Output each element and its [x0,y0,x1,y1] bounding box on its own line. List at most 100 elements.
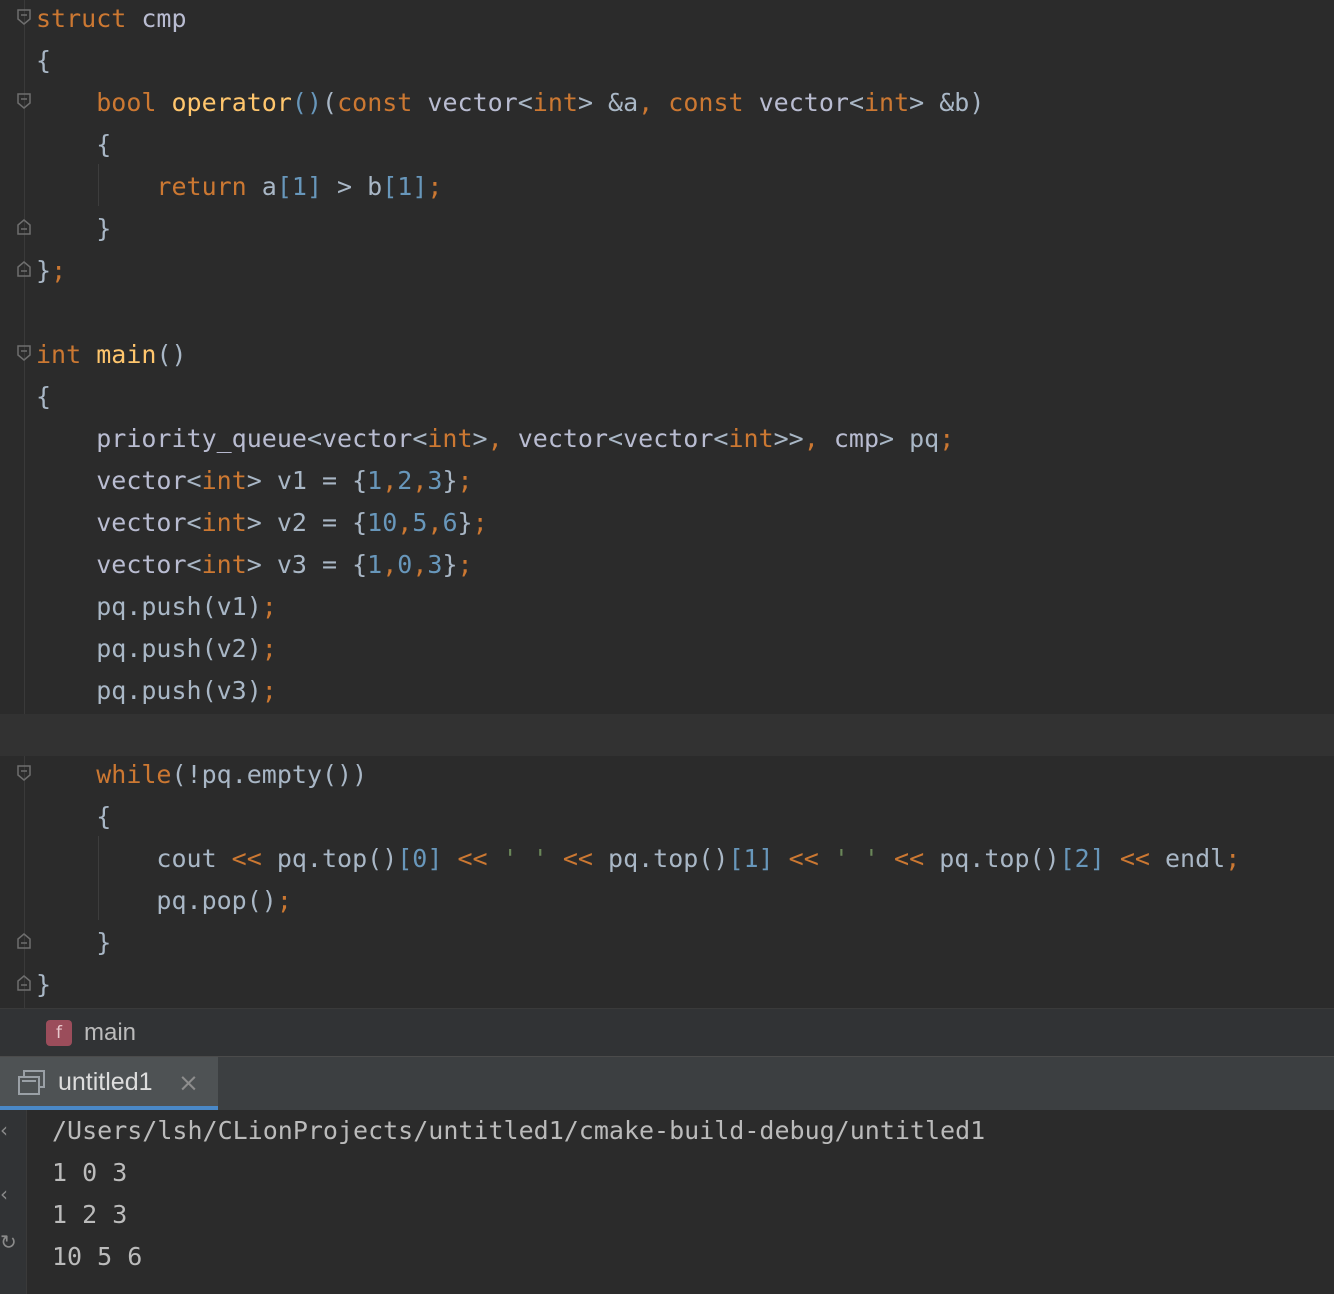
code-line[interactable]: bool operator()(const vector<int> &a, co… [0,84,1334,126]
code-text: vector<int> v2 = {10,5,6}; [36,502,487,544]
code-line[interactable]: pq.push(v3); [0,672,1334,714]
code-line[interactable] [0,714,1334,756]
close-tab-icon[interactable]: × [178,1068,199,1097]
code-token: bool [96,88,157,117]
code-token: { [36,46,52,75]
code-line[interactable] [0,294,1334,336]
breadcrumb-function-main[interactable]: main [84,1019,136,1047]
code-line[interactable]: int main() [0,336,1334,378]
code-text: } [36,964,51,1006]
run-tool-window-header: untitled1 × [0,1056,1334,1111]
code-token: int [36,340,82,369]
code-token: , [427,508,443,537]
fold-marker-icon[interactable] [17,975,31,991]
code-text: { [36,124,111,166]
code-token: vector [96,466,187,495]
code-token: << [457,844,488,873]
fold-marker-icon[interactable] [17,261,31,277]
code-token: ' ' [502,844,548,873]
code-line[interactable]: priority_queue<vector<int>, vector<vecto… [0,420,1334,462]
run-tab-untitled1[interactable]: untitled1 × [0,1057,218,1111]
code-token: 0 [397,550,413,579]
code-token: cout [36,844,232,873]
code-token: [1] [382,172,428,201]
fold-marker-icon[interactable] [17,345,31,361]
code-token: cmp [833,424,880,453]
code-line[interactable]: struct cmp [0,0,1334,42]
code-text: pq.push(v2); [36,628,277,670]
code-token: > v1 = { [246,466,368,495]
code-token: vector [758,88,849,117]
code-line[interactable]: { [0,42,1334,84]
code-token: < [306,424,322,453]
code-token: pq.push(v1) [36,592,262,621]
code-line[interactable]: pq.pop(); [0,882,1334,924]
code-text: vector<int> v3 = {1,0,3}; [36,544,472,586]
code-line[interactable]: while(!pq.empty()) [0,756,1334,798]
code-token: , [803,424,819,453]
code-text: struct cmp [36,0,187,40]
console-line: 10 5 6 [52,1242,143,1271]
chevron-down-icon[interactable]: ‹ [0,1182,8,1206]
code-token: ; [427,172,443,201]
code-line[interactable]: { [0,378,1334,420]
code-line[interactable]: }; [0,252,1334,294]
code-token: } [36,214,112,243]
code-line[interactable]: cout << pq.top()[0] << ' ' << pq.top()[1… [0,840,1334,882]
fold-marker-icon[interactable] [17,765,31,781]
code-token: cmp [141,4,187,33]
code-token: int [201,550,247,579]
code-token: (!pq.empty()) [171,760,368,789]
code-line[interactable]: } [0,210,1334,252]
code-line[interactable]: pq.push(v2); [0,630,1334,672]
code-text: while(!pq.empty()) [36,754,367,796]
rerun-icon[interactable]: ↻ [0,1230,17,1254]
code-token: < [608,424,624,453]
code-token: vector [322,424,413,453]
code-token: const [668,88,744,117]
code-line[interactable]: { [0,126,1334,168]
code-editor[interactable]: struct cmp{ bool operator()(const vector… [0,0,1334,1008]
code-line[interactable]: return a[1] > b[1]; [0,168,1334,210]
code-token: int [532,88,578,117]
code-token: ; [457,466,473,495]
code-token: < [517,88,533,117]
code-token: << [562,844,593,873]
code-token: [1] [276,172,322,201]
code-token: , [412,550,428,579]
code-token: int [427,424,473,453]
fold-marker-icon[interactable] [17,9,31,25]
code-line[interactable]: } [0,924,1334,966]
run-console-output[interactable]: ‹ ‹ ↻ /Users/lsh/CLionProjects/untitled1… [0,1110,1334,1294]
code-line[interactable]: vector<int> v2 = {10,5,6}; [0,504,1334,546]
code-line[interactable]: vector<int> v1 = {1,2,3}; [0,462,1334,504]
code-line[interactable]: vector<int> v3 = {1,0,3}; [0,546,1334,588]
chevron-up-icon[interactable]: ‹ [0,1118,8,1142]
code-text: bool operator()(const vector<int> &a, co… [36,82,984,124]
code-line[interactable]: pq.push(v1); [0,588,1334,630]
code-token: operator [171,88,292,117]
code-token: , [487,424,503,453]
fold-marker-icon[interactable] [17,933,31,949]
code-token: vector [517,424,609,453]
fold-marker-icon[interactable] [17,93,31,109]
code-token: 1 [367,466,383,495]
code-token: int [201,508,247,537]
code-token: } [442,466,458,495]
code-token: << [894,844,925,873]
code-text: { [36,40,51,82]
code-line[interactable]: } [0,966,1334,1008]
fold-marker-icon[interactable] [17,219,31,235]
code-token: > &b) [909,88,985,117]
console-line: 1 0 3 [52,1158,128,1187]
code-token: << [788,844,819,873]
code-line[interactable]: { [0,798,1334,840]
code-token: endl [1149,844,1226,873]
code-token: { [36,382,52,411]
